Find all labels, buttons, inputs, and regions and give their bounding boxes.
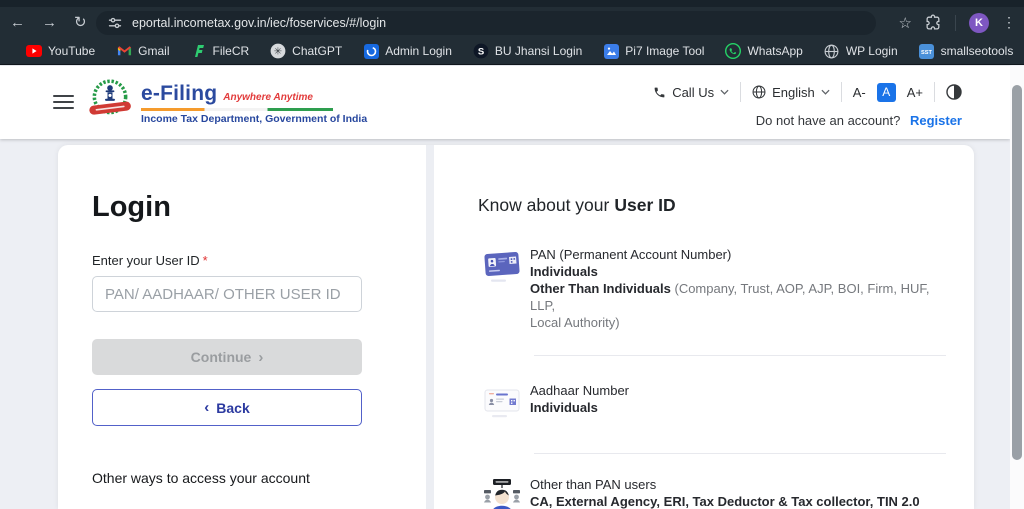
incometax-emblem-icon — [89, 79, 131, 115]
header-separator — [934, 82, 935, 102]
required-asterisk: * — [202, 253, 208, 268]
bookmark-youtube[interactable]: YouTube — [26, 43, 95, 59]
pi7-image-icon — [603, 43, 619, 59]
filecr-icon — [191, 43, 207, 59]
font-increase-button[interactable]: A+ — [907, 85, 923, 100]
brand-text: e-Filing Anywhere Anytime Income Tax Dep… — [141, 82, 367, 125]
reload-icon[interactable]: ↻ — [74, 15, 87, 30]
chevron-left-icon: ‹ — [204, 399, 210, 416]
bookmark-pi7[interactable]: Pi7 Image Tool — [603, 43, 704, 59]
toolbar-right: ☆ K ⋮ — [899, 7, 1016, 38]
site-header: e-Filing Anywhere Anytime Income Tax Dep… — [0, 66, 1010, 139]
contrast-toggle-icon[interactable] — [946, 84, 962, 100]
brand-tagline: Anywhere Anytime — [223, 92, 313, 103]
language-menu[interactable]: English — [752, 85, 830, 100]
brand-title: e-Filing — [141, 82, 218, 105]
aadhaar-card-icon — [478, 382, 520, 425]
whatsapp-icon — [725, 43, 742, 59]
extensions-icon[interactable] — [925, 14, 942, 31]
font-decrease-button[interactable]: A- — [853, 85, 866, 100]
know-item-pan: PAN (Permanent Account Number) Individua… — [478, 246, 960, 331]
know-panel-title: Know about your User ID — [478, 195, 676, 215]
wp-login-globe-icon — [824, 43, 840, 59]
know-panel: Know about your User ID PAN (Permanent A… — [478, 145, 960, 509]
back-button[interactable]: ‹ Back — [92, 389, 362, 426]
register-prompt: Do not have an account? — [755, 113, 901, 128]
bookmark-wp-login[interactable]: WP Login — [824, 43, 898, 59]
font-normal-button[interactable]: A — [876, 82, 896, 102]
login-column: Login Enter your User ID* Continue › ‹ B… — [92, 145, 362, 486]
pan-card-icon — [478, 246, 520, 331]
phone-icon — [654, 87, 665, 97]
other-ways-text: Other ways to access your account — [92, 470, 310, 486]
page-scrollbar-thumb[interactable] — [1012, 85, 1022, 460]
know-item-text: PAN (Permanent Account Number) Individua… — [530, 247, 930, 330]
bookmark-star-icon[interactable]: ☆ — [899, 14, 912, 32]
header-separator — [840, 82, 842, 102]
youtube-icon — [26, 43, 42, 59]
user-id-label: Enter your User ID * — [92, 253, 208, 268]
know-item-text: Other than PAN users CA, External Agency… — [530, 477, 920, 509]
column-divider — [426, 145, 434, 509]
bookmark-admin-login[interactable]: Admin Login — [363, 43, 452, 59]
continue-button[interactable]: Continue › — [92, 339, 362, 375]
bookmark-chatgpt[interactable]: ✳ ChatGPT — [270, 43, 342, 59]
svg-text:S: S — [478, 47, 484, 58]
chevron-right-icon: › — [258, 348, 264, 366]
bookmark-whatsapp[interactable]: WhatsApp — [725, 43, 803, 59]
chevron-down-icon — [821, 89, 830, 95]
header-controls: Call Us English A- A A+ — [653, 82, 962, 102]
browser-tab-strip — [0, 0, 1024, 7]
svg-text:✳: ✳ — [274, 46, 282, 57]
profile-avatar[interactable]: K — [969, 12, 989, 33]
bookmark-bu-jhansi[interactable]: S BU Jhansi Login — [473, 43, 582, 59]
bu-jhansi-icon: S — [473, 43, 489, 59]
browser-menu-icon[interactable]: ⋮ — [1002, 14, 1016, 31]
site-info-icon[interactable] — [108, 16, 122, 30]
back-icon[interactable]: ← — [10, 15, 25, 30]
globe-icon — [752, 85, 766, 99]
screen: ← → ↻ eportal.incometax.gov.in/iec/foser… — [0, 0, 1024, 509]
hamburger-menu-icon[interactable] — [53, 95, 74, 113]
login-card: Login Enter your User ID* Continue › ‹ B… — [58, 145, 974, 509]
know-item-aadhaar: Aadhaar Number Individuals — [478, 382, 960, 425]
tricolor-divider — [141, 108, 333, 111]
register-link[interactable]: Register — [910, 113, 962, 128]
header-separator — [740, 82, 742, 102]
page-title: Login — [92, 191, 171, 223]
page-scrollbar-track — [1010, 66, 1024, 509]
bookmark-smallseotools[interactable]: SST smallseotools — [919, 43, 1013, 59]
svg-text:SST: SST — [921, 50, 932, 56]
user-id-input[interactable] — [92, 276, 362, 312]
toolbar-separator — [955, 14, 956, 31]
bookmark-filecr[interactable]: FileCR — [191, 43, 249, 59]
smallseotools-icon: SST — [919, 43, 935, 59]
chatgpt-icon: ✳ — [270, 43, 286, 59]
register-line: Do not have an account? Register — [756, 113, 962, 128]
gmail-icon — [116, 43, 132, 59]
address-bar[interactable]: eportal.incometax.gov.in/iec/foservices/… — [96, 11, 876, 35]
call-us-menu[interactable]: Call Us — [653, 85, 729, 100]
brand-logo[interactable]: e-Filing Anywhere Anytime Income Tax Dep… — [86, 76, 367, 125]
chevron-down-icon — [720, 89, 729, 95]
item-divider — [534, 453, 946, 454]
bookmark-gmail[interactable]: Gmail — [116, 43, 170, 59]
bookmarks-bar: YouTube Gmail FileCR ✳ ChatGPT Admin Log… — [0, 38, 1024, 65]
tax-professional-icon — [478, 476, 520, 509]
forward-icon[interactable]: → — [42, 15, 57, 30]
admin-login-icon — [363, 43, 379, 59]
know-item-other-users: Other than PAN users CA, External Agency… — [478, 476, 960, 509]
brand-subtitle: Income Tax Department, Government of Ind… — [141, 113, 368, 125]
item-divider — [534, 355, 946, 356]
url-text: eportal.incometax.gov.in/iec/foservices/… — [132, 16, 387, 30]
know-item-text: Aadhaar Number Individuals — [530, 383, 629, 415]
